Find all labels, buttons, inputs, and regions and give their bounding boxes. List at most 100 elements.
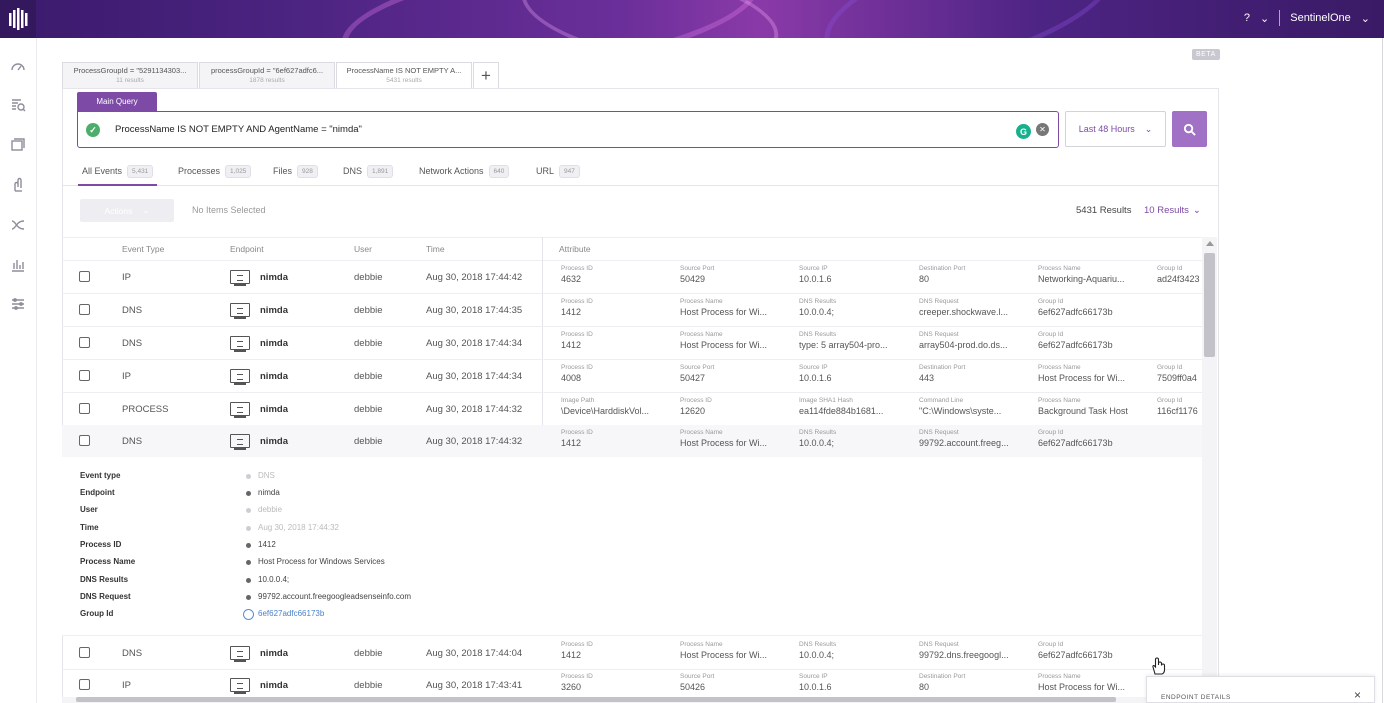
table-row[interactable]: DNS nimda debbie Aug 30, 2018 17:44:35 P… xyxy=(62,294,1202,327)
attribute: Process Name Networking-Aquariu... xyxy=(1038,265,1153,284)
row-checkbox[interactable] xyxy=(79,647,90,658)
detail-value: DNS xyxy=(258,471,275,480)
endpoint-name[interactable]: nimda xyxy=(260,404,288,415)
dashboard-icon[interactable] xyxy=(9,57,27,75)
horizontal-scrollbar[interactable] xyxy=(62,697,1202,703)
attribute: Process ID 4632 xyxy=(561,265,676,284)
detail-bullet[interactable] xyxy=(246,560,251,565)
attribute-value: 443 xyxy=(919,373,935,383)
column-header[interactable]: Attribute xyxy=(559,244,591,254)
detail-radio[interactable] xyxy=(243,609,254,620)
attribute-value: type: 5 array504-pro... xyxy=(799,340,888,350)
clear-query-icon[interactable]: ✕ xyxy=(1036,123,1049,136)
scroll-up-icon[interactable] xyxy=(1206,241,1214,246)
network-icon[interactable] xyxy=(9,216,27,234)
tab-label: Network Actions xyxy=(419,166,484,176)
endpoint-name[interactable]: nimda xyxy=(260,436,288,447)
tab-dns[interactable]: DNS 1,891 xyxy=(343,162,394,180)
tab-url[interactable]: URL 947 xyxy=(536,162,580,180)
tab-processes[interactable]: Processes 1,025 xyxy=(178,162,252,180)
row-checkbox[interactable] xyxy=(79,370,90,381)
query-tab[interactable]: processGroupId = "6ef627adfc6... 1878 re… xyxy=(199,62,335,88)
attribute-key: Group Id xyxy=(1038,331,1064,338)
row-checkbox[interactable] xyxy=(79,403,90,414)
attribute: Process Name Background Task Host xyxy=(1038,397,1153,416)
results-per-page-select[interactable]: 10 Results ⌄ xyxy=(1144,205,1201,216)
row-checkbox[interactable] xyxy=(79,304,90,315)
user-name: debbie xyxy=(354,648,383,659)
column-header[interactable]: Time xyxy=(426,244,445,254)
attribute-key: Process Name xyxy=(1038,673,1081,680)
detail-bullet[interactable] xyxy=(246,491,251,496)
scrollbar-thumb[interactable] xyxy=(76,697,1116,702)
column-header[interactable]: Event Type xyxy=(122,244,164,254)
search-list-icon[interactable] xyxy=(9,96,27,114)
table-row[interactable]: IP nimda debbie Aug 30, 2018 17:44:42 Pr… xyxy=(62,261,1202,294)
table-row[interactable]: DNS nimda debbie Aug 30, 2018 17:44:34 P… xyxy=(62,327,1202,360)
row-checkbox[interactable] xyxy=(79,337,90,348)
endpoint-name[interactable]: nimda xyxy=(260,371,288,382)
endpoint-name[interactable]: nimda xyxy=(260,272,288,283)
close-icon[interactable]: × xyxy=(1354,688,1361,702)
attribute: DNS Results 10.0.0.4; xyxy=(799,641,914,660)
search-button[interactable] xyxy=(1172,111,1207,147)
detail-bullet[interactable] xyxy=(246,595,251,600)
query-tab[interactable]: ProcessGroupId = "5291134303... 11 resul… xyxy=(62,62,198,88)
row-checkbox[interactable] xyxy=(79,435,90,446)
attribute-key: Image SHA1 Hash xyxy=(799,397,853,404)
endpoint-name[interactable]: nimda xyxy=(260,338,288,349)
detail-bullet[interactable] xyxy=(246,578,251,583)
scrollbar-thumb[interactable] xyxy=(1204,253,1215,357)
table-row-expanded[interactable]: DNS nimda debbie Aug 30, 2018 17:44:32 P… xyxy=(62,425,1202,458)
hand-icon[interactable] xyxy=(9,176,27,194)
chevron-down-icon[interactable]: ⌄ xyxy=(1260,12,1269,25)
detail-value: Aug 30, 2018 17:44:32 xyxy=(258,523,339,532)
account-menu[interactable]: SentinelOne xyxy=(1290,12,1351,24)
tab-network-actions[interactable]: Network Actions 640 xyxy=(419,162,510,180)
cards-icon[interactable] xyxy=(9,136,27,154)
grammarly-icon[interactable]: G xyxy=(1016,124,1031,139)
column-header[interactable]: Endpoint xyxy=(230,244,264,254)
endpoint-name[interactable]: nimda xyxy=(260,305,288,316)
endpoint-name[interactable]: nimda xyxy=(260,680,288,691)
chevron-down-icon[interactable]: ⌄ xyxy=(1361,12,1370,25)
attribute-value: Host Process for Wi... xyxy=(680,438,768,448)
attribute: Source Port 50429 xyxy=(680,265,795,284)
detail-bullet[interactable] xyxy=(246,543,251,548)
event-type-tabs: All Events 5,431 Processes 1,025 Files 9… xyxy=(62,158,1219,186)
query-text[interactable]: ProcessName IS NOT EMPTY AND AgentName =… xyxy=(115,124,362,135)
column-header[interactable]: User xyxy=(354,244,372,254)
time-range-select[interactable]: Last 48 Hours ⌄ xyxy=(1065,111,1166,147)
group-id-link[interactable]: 6ef627adfc66173b xyxy=(258,609,324,618)
add-query-tab-button[interactable]: + xyxy=(473,62,499,88)
top-header: ? ⌄ SentinelOne ⌄ xyxy=(0,0,1384,38)
attribute-key: Destination Port xyxy=(919,265,966,272)
settings-sliders-icon[interactable] xyxy=(9,295,27,313)
attribute: DNS Request array504-prod.do.ds... xyxy=(919,331,1034,350)
vertical-scrollbar[interactable] xyxy=(1202,237,1217,697)
attribute-value: Host Process for Wi... xyxy=(1038,682,1126,692)
table-row[interactable]: DNS nimda debbie Aug 30, 2018 17:44:04 P… xyxy=(62,637,1202,670)
endpoint-name[interactable]: nimda xyxy=(260,648,288,659)
row-checkbox[interactable] xyxy=(79,679,90,690)
query-tab-active[interactable]: ProcessName IS NOT EMPTY A... 5431 resul… xyxy=(336,62,472,89)
event-time: Aug 30, 2018 17:44:34 xyxy=(426,338,523,349)
query-tab-title: processGroupId = "6ef627adfc6... xyxy=(210,66,324,75)
attribute: Group Id 6ef627adfc66173b xyxy=(1038,429,1153,448)
actions-button[interactable]: Actions ⌄ xyxy=(80,199,174,222)
help-menu[interactable]: ? xyxy=(1244,12,1250,24)
attribute-key: DNS Results xyxy=(799,429,837,436)
attribute-key: Group Id xyxy=(1157,265,1183,272)
query-input[interactable]: ✓ ProcessName IS NOT EMPTY AND AgentName… xyxy=(77,111,1059,148)
row-checkbox[interactable] xyxy=(79,271,90,282)
reports-icon[interactable] xyxy=(9,256,27,274)
attribute: Process Name Host Process for Wi... xyxy=(680,429,795,448)
table-row[interactable]: PROCESS nimda debbie Aug 30, 2018 17:44:… xyxy=(62,393,1202,426)
attribute-value: 80 xyxy=(919,274,930,284)
tab-files[interactable]: Files 928 xyxy=(273,162,318,180)
attribute-value: 6ef627adfc66173b xyxy=(1038,438,1113,448)
tab-all-events[interactable]: All Events 5,431 xyxy=(82,162,154,180)
actions-label: Actions xyxy=(104,205,133,216)
table-row[interactable]: IP nimda debbie Aug 30, 2018 17:44:34 Pr… xyxy=(62,360,1202,393)
sentinelone-logo[interactable] xyxy=(0,0,36,38)
